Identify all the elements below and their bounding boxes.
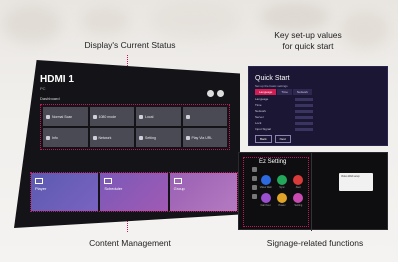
ez-setting-screen: Ez Setting Video Wall Sync Alert Fail Over P…	[238, 152, 388, 231]
ez-tooltip: Video Wall setup	[339, 173, 373, 191]
display-status-label: Display's Current Status	[84, 40, 176, 50]
quick-start-title: Quick Start	[255, 75, 290, 82]
content-management-label: Content Management	[89, 238, 171, 248]
status-tile[interactable]: 1080 mode	[89, 107, 134, 126]
status-tile[interactable]: Local	[136, 107, 181, 126]
ez-app-label: Fail Over	[260, 204, 271, 207]
tab-language[interactable]: Language	[255, 89, 277, 95]
ez-app-grid: Video Wall Sync Alert Fail Over Power Setting	[259, 175, 305, 207]
next-button[interactable]: Next	[274, 135, 291, 143]
power-icon[interactable]	[217, 90, 224, 97]
back-button[interactable]: Back	[255, 135, 272, 143]
player-card[interactable]: Player	[31, 173, 99, 211]
ez-app-label: Video Wall	[259, 186, 272, 189]
tile-icon	[139, 135, 143, 140]
ez-app-tile[interactable]: Video Wall	[259, 175, 272, 189]
status-grid: Normal Scan 1080 mode Local Info Network…	[40, 104, 230, 150]
ez-app-icon	[293, 193, 304, 203]
tile-icon	[92, 114, 97, 119]
tab-time[interactable]: Time	[277, 89, 292, 95]
quick-start-subtitle: Set up the basic settings	[255, 84, 288, 88]
settings-icon[interactable]	[207, 90, 214, 97]
tile-icon	[46, 114, 50, 119]
ez-setting-title: Ez Setting	[259, 159, 287, 165]
status-tile[interactable]: Network	[89, 128, 134, 147]
status-tile[interactable]: Normal Scan	[43, 107, 88, 126]
status-tile[interactable]: Setting	[136, 128, 181, 147]
tile-icon	[139, 114, 143, 119]
ez-app-tile[interactable]: Fail Over	[259, 193, 272, 207]
signage-functions-label: Signage-related functions	[266, 238, 364, 248]
ez-app-icon	[260, 175, 271, 185]
quick-start-label: Key set-up values for quick start	[258, 30, 358, 52]
ez-app-label: Setting	[294, 204, 303, 207]
ez-divider	[311, 153, 312, 231]
ez-app-icon	[293, 175, 304, 185]
dashboard-label: Dashboard	[40, 96, 60, 101]
input-source-subtitle: PC	[40, 86, 46, 91]
tab-network[interactable]: Network	[292, 89, 312, 95]
ez-app-tile[interactable]: Setting	[292, 193, 305, 207]
group-card[interactable]: Group	[169, 173, 237, 211]
player-icon	[35, 178, 43, 184]
tile-icon	[185, 114, 190, 119]
tile-icon	[46, 135, 50, 140]
scheduler-icon	[104, 178, 113, 184]
quick-start-label-line2: for quick start	[282, 41, 334, 51]
status-tile[interactable]	[182, 107, 227, 126]
display-screen: HDMI 1 PC Dashboard Normal Scan 1080 mod…	[14, 60, 240, 228]
ez-app-label: Power	[278, 204, 286, 207]
group-icon	[173, 178, 182, 184]
ez-app-tile[interactable]: Sync	[275, 175, 288, 189]
status-tile[interactable]: Info	[43, 128, 88, 147]
ez-app-tile[interactable]: Power	[275, 193, 288, 207]
ez-app-icon	[276, 193, 287, 203]
setting-row[interactable]: Input Signal	[255, 126, 375, 132]
tile-icon	[92, 135, 97, 140]
content-cards: Player Scheduler Group	[30, 172, 238, 212]
quick-start-label-line1: Key set-up values	[274, 30, 342, 40]
ez-app-icon	[276, 175, 287, 185]
ez-app-label: Alert	[295, 186, 301, 189]
status-tile[interactable]: Play Via URL	[182, 128, 227, 147]
ez-app-icon	[260, 193, 271, 203]
input-source-title: HDMI 1	[40, 74, 74, 85]
ez-app-tile[interactable]: Alert	[292, 175, 305, 189]
ez-app-label: Sync	[279, 186, 285, 189]
quick-start-screen: Quick Start Set up the basic settings La…	[248, 66, 388, 146]
tile-icon	[185, 135, 190, 140]
scheduler-card[interactable]: Scheduler	[100, 173, 168, 211]
